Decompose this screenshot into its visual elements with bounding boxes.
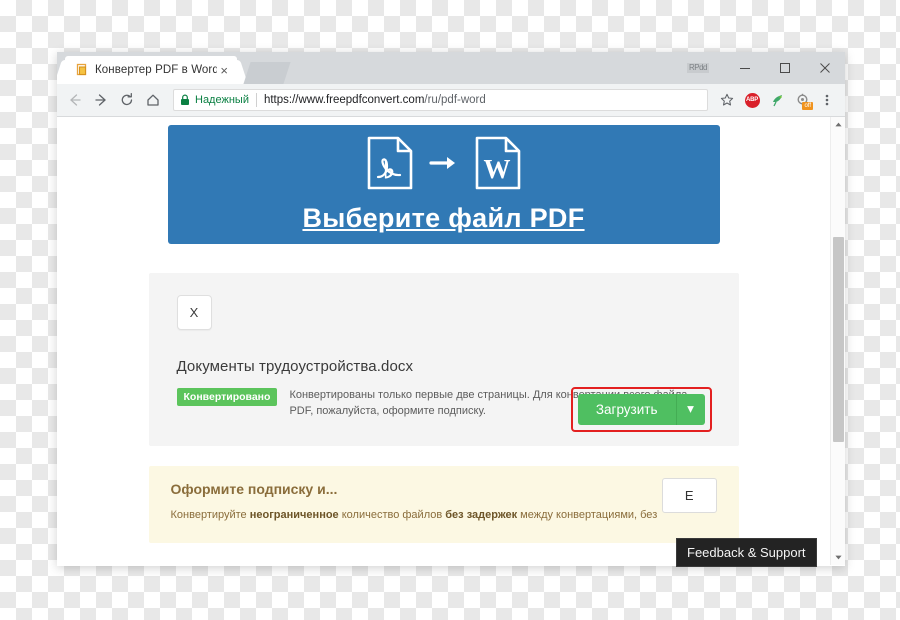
promo-text-3: между конвертациями, без	[517, 508, 658, 521]
extension-off-badge: off	[802, 102, 813, 110]
new-tab-button[interactable]	[243, 62, 291, 84]
download-dropdown-caret-icon[interactable]: ▾	[675, 393, 705, 425]
abp-badge: ABP	[744, 92, 760, 108]
hummingbird-extension-icon[interactable]	[765, 88, 789, 112]
scrollbar-thumb[interactable]	[833, 237, 844, 442]
choose-pdf-link[interactable]: Выберите файл PDF	[302, 203, 584, 234]
promo-bold-2: без задержек	[445, 508, 518, 521]
download-highlight: Загрузить ▾	[570, 386, 712, 432]
promo-body: Конвертируйте неограниченное количество …	[171, 507, 661, 524]
pdf-file-icon: ♭	[365, 136, 415, 195]
status-badge: Конвертировано	[176, 388, 278, 406]
svg-text:W: W	[483, 154, 510, 184]
maximize-icon[interactable]	[765, 52, 805, 84]
adblock-plus-icon[interactable]: ABP	[740, 88, 764, 112]
word-file-icon: W	[473, 136, 523, 195]
address-bar[interactable]: Надежный https://www.freepdfconvert.com/…	[173, 89, 708, 111]
home-icon[interactable]	[141, 88, 165, 112]
window-controls: RPdd	[686, 52, 845, 84]
choose-pdf-hero[interactable]: ♭ W Выберите файл PDF	[167, 125, 720, 244]
conversion-icons: ♭ W	[365, 136, 523, 195]
tab-strip: Конвертер PDF в Word - × RPdd	[57, 52, 845, 84]
extension-off-icon[interactable]: off	[790, 88, 814, 112]
url-domain: https://www.freepdfconvert.com	[263, 94, 425, 106]
close-icon[interactable]	[805, 52, 845, 84]
tab-close-icon[interactable]: ×	[217, 62, 231, 79]
page-viewport: ♭ W Выберите файл PDF X Документы трудоу…	[57, 117, 845, 565]
omnibox-divider	[255, 93, 257, 107]
page-scrollbar[interactable]	[830, 117, 845, 565]
converted-file-card: X Документы трудоустройства.docx Конверт…	[148, 273, 739, 446]
download-button-group: Загрузить ▾	[577, 393, 705, 425]
url-text: https://www.freepdfconvert.com/ru/pdf-wo…	[264, 94, 486, 106]
file-name: Документы трудоустройства.docx	[176, 358, 414, 375]
promo-title: Оформите подписку и...	[170, 480, 338, 497]
web-page: ♭ W Выберите файл PDF X Документы трудоу…	[57, 117, 830, 565]
pdf-document-icon	[75, 63, 89, 77]
browser-window: Конвертер PDF в Word - × RPdd Надежный h…	[57, 52, 845, 566]
back-icon[interactable]	[63, 88, 87, 112]
arrow-right-icon	[428, 152, 459, 179]
lock-icon	[180, 94, 190, 106]
browser-tab[interactable]: Конвертер PDF в Word - ×	[65, 56, 237, 84]
scroll-down-icon[interactable]	[831, 550, 845, 565]
promo-text-1: Конвертируйте	[170, 508, 250, 521]
promo-bold-1: неограниченное	[249, 508, 339, 521]
promo-text-2: количество файлов	[338, 508, 446, 521]
minimize-icon[interactable]	[725, 52, 765, 84]
download-button[interactable]: Загрузить	[577, 393, 676, 425]
promo-subscribe-button[interactable]: Е	[661, 477, 717, 513]
forward-icon[interactable]	[89, 88, 113, 112]
bookmark-star-icon[interactable]	[715, 88, 739, 112]
window-user-badge: RPdd	[686, 63, 709, 73]
url-path: /ru/pdf-word	[424, 94, 486, 106]
tab-title: Конвертер PDF в Word -	[95, 64, 218, 76]
remove-file-button[interactable]: X	[176, 295, 212, 330]
feedback-support-tooltip[interactable]: Feedback & Support	[676, 538, 817, 567]
subscription-promo: Оформите подписку и... Конвертируйте нео…	[148, 465, 739, 544]
browser-toolbar: Надежный https://www.freepdfconvert.com/…	[57, 84, 845, 117]
scroll-up-icon[interactable]	[831, 117, 845, 132]
chrome-menu-icon[interactable]	[815, 88, 839, 112]
secure-label: Надежный	[195, 94, 249, 106]
reload-icon[interactable]	[115, 88, 139, 112]
